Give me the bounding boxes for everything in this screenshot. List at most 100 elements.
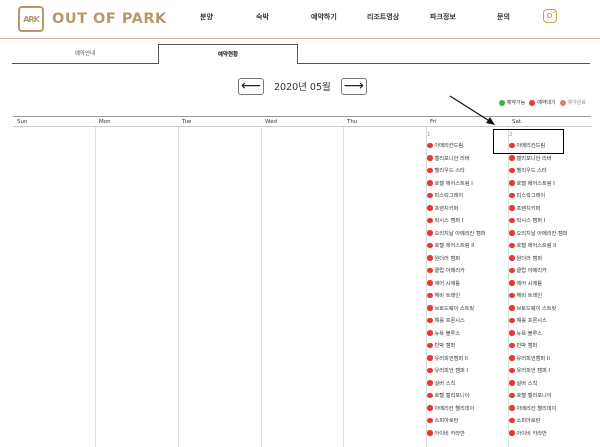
reservation-item-label: 원더러 캠퍼 [516,255,543,262]
reservation-item[interactable]: 헤비 트레인 [427,292,460,299]
status-dot-icon [427,217,433,224]
reservation-item[interactable]: 뉴욕 블루스 [427,330,460,337]
reservation-item[interactable]: 에어 시애틀 [509,280,542,287]
reservation-item-label: 헬리우드 스타 [516,168,547,174]
reservation-item-label: 아이비 카라반 [434,430,465,437]
reservation-item[interactable]: 해롤 프론시스 [509,317,547,324]
tab-reservation-status[interactable]: 예약현황 [158,44,298,64]
reservation-item-label: 아메리칸 헬리데이 [516,405,557,412]
reservation-item-label: 소피아로란 [434,418,459,424]
reservation-item[interactable]: 오리지날 아메리칸 캠퍼 [427,230,486,237]
logo[interactable]: ARK OUT OF PARK [18,6,167,32]
reservation-item[interactable]: 호텔 캘리포니아 [509,392,552,399]
legend-available: 예약가능 [498,99,525,106]
reservation-item[interactable]: 뉴욕 블루스 [509,330,542,337]
reservation-item-label: 실버 스칙 [516,380,538,387]
reservation-item-label: 에어 시애틀 [516,280,543,287]
nav-contact[interactable]: 문의 [497,12,510,22]
reservation-item[interactable]: 프렌치키퍼 [509,205,540,212]
red-dot-icon [559,99,566,106]
reservation-item[interactable]: 오리지날 아메리칸 캠퍼 [509,230,568,237]
reservation-item[interactable]: 실버 스칙 [509,380,537,387]
status-dot-icon [427,255,433,261]
reservation-item[interactable]: 소피아로란 [509,417,540,424]
reservation-item[interactable]: 아이비 카라반 [509,430,547,437]
reservation-item-label: 캘리포니안 리버 [516,155,552,162]
legend-complete: 예약완료 [559,99,586,106]
nav-resort-video[interactable]: 리조트영상 [367,12,399,22]
nav-reservation[interactable]: 예약하기 [311,12,337,22]
reservation-item[interactable]: 클럽 아메리카 [509,267,547,274]
status-dot-icon [427,392,433,399]
green-dot-icon [498,99,505,106]
reservation-item[interactable]: 락시스 캠퍼 I [427,217,463,224]
reservation-item[interactable]: 캘리포니안 리버 [427,155,470,162]
status-dot-icon [427,430,433,436]
reservation-item[interactable]: 실버 스칙 [427,380,455,387]
reservation-item[interactable]: 헤비 트레인 [509,292,542,299]
status-dot-icon [427,367,433,374]
calendar-grid: Sun Mon Tue Wed Thu Fri Sat. 1 2 아메리칸드림 캘… [13,116,591,447]
status-dot-icon [509,230,515,236]
nav-sale[interactable]: 분양 [200,12,213,22]
reservation-item-label: 호텔 캘리포니아 [516,393,552,399]
legend-waiting: 예약대기 [529,99,556,106]
reservation-item[interactable]: 유러피언캠퍼 II [509,355,550,362]
reservation-item-label: 빈박 캠퍼 [516,343,538,349]
logo-text: OUT OF PARK [52,11,167,27]
reservation-item[interactable]: 아메리칸 헬리데이 [427,405,474,412]
reservation-item[interactable]: 락시스 캠퍼 I [509,217,545,224]
reservation-item[interactable]: 해롤 프론시스 [427,317,465,324]
prev-month-button[interactable]: ⟵ [238,77,264,95]
reservation-item[interactable]: 호텔 에어스트림 I [509,180,555,187]
reservation-item[interactable]: 호텔 캘리포니아 [427,392,470,399]
reservation-item[interactable]: 호텔 에어스트림 II [509,242,556,249]
reservation-item[interactable]: 브로드웨이 스트릿 [509,305,556,312]
nav-lodging[interactable]: 숙박 [256,12,269,22]
day-cell-thu [343,127,427,447]
reservation-item[interactable]: 호텔 에어스트림 I [427,180,473,187]
reservation-item-label: 원더러 캠퍼 [434,255,461,262]
reservation-item[interactable]: 유러피언 캠퍼 I [427,367,468,374]
weekday-thu: Thu [343,117,426,127]
reservation-item[interactable]: 브로드웨이 스트릿 [427,305,474,312]
reservation-item[interactable]: 원더러 캠퍼 [427,255,460,262]
site-header: ARK OUT OF PARK 분양 숙박 예약하기 리조트영상 파크정보 문의 [0,0,600,38]
reservation-item[interactable]: 캘리포니안 리버 [509,155,552,162]
reservation-item[interactable]: 빈박 캠퍼 [427,342,455,349]
reservation-item[interactable]: 빈박 캠퍼 [509,342,537,349]
reservation-item[interactable]: 소피아로란 [427,417,458,424]
status-dot-icon [427,380,433,386]
reservation-item-label: 호텔 에어스트림 II [434,243,475,249]
nav-park-info[interactable]: 파크정보 [430,12,456,22]
reservation-item[interactable]: 유러피언캠퍼 II [427,355,468,362]
reservation-item[interactable]: 원더러 캠퍼 [509,255,542,262]
reservation-item-label: 아메리칸드림 [434,143,464,149]
status-dot-icon [427,242,433,249]
reservation-item[interactable]: 아메리칸드림 [427,142,463,149]
logo-mark-icon: ARK [18,6,44,32]
weekday-fri: Fri [426,117,508,127]
reservation-item[interactable]: 에어 시애틀 [427,280,460,287]
reservation-item[interactable]: 유러피언 캠퍼 I [509,367,550,374]
instagram-icon[interactable] [543,9,557,23]
legend-label: 예약대기 [537,100,556,106]
reservation-item[interactable]: 아메리칸 헬리데이 [509,405,556,412]
status-dot-icon [509,430,515,436]
next-month-button[interactable]: ⟶ [340,77,367,95]
status-dot-icon [427,205,433,211]
reservation-item[interactable]: 아이비 카라반 [427,430,465,437]
tab-reservation-guide[interactable]: 예약안내 [12,44,158,64]
reservation-item[interactable]: 미스릭그레이 [427,192,463,199]
reservation-item[interactable]: 미스릭그레이 [509,192,545,199]
reservation-item[interactable]: 헬리우드 스타 [509,167,547,174]
reservation-item[interactable]: 헬리우드 스타 [427,167,465,174]
reservation-item[interactable]: 호텔 에어스트림 II [427,242,474,249]
status-dot-icon [427,330,433,336]
status-dot-icon [427,180,433,186]
reservation-item[interactable]: 클럽 아메리카 [427,267,465,274]
reservation-item-label: 락시스 캠퍼 I [434,218,464,224]
reservation-item-label: 클럽 아메리카 [516,268,547,274]
reservation-item[interactable]: 프렌치키퍼 [427,205,458,212]
tab-spacer [298,44,590,64]
